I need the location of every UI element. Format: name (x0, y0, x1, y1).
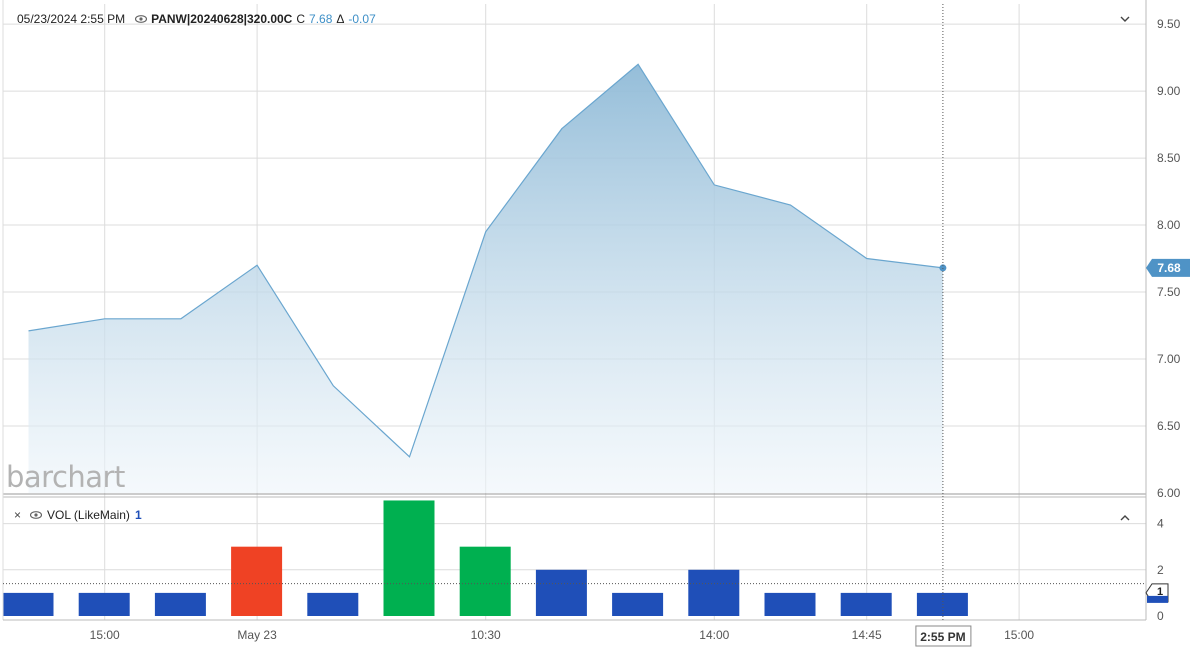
volume-bar[interactable] (155, 593, 206, 616)
volume-bar[interactable] (384, 500, 435, 616)
close-value: 7.68 (309, 12, 332, 26)
volume-tick-label: 0 (1157, 609, 1164, 623)
price-panel-collapse-icon[interactable] (1120, 12, 1130, 26)
crosshair-time-label: 2:55 PM (920, 630, 965, 644)
close-label: C (296, 12, 305, 26)
last-price-badge-label: 7.68 (1157, 261, 1181, 275)
price-tick-label: 9.50 (1157, 17, 1181, 31)
volume-bar[interactable] (307, 593, 358, 616)
header-datetime: 05/23/2024 2:55 PM (17, 12, 125, 26)
volume-bar[interactable] (460, 547, 511, 616)
volume-bar[interactable] (79, 593, 130, 616)
barchart-logo: barchart (6, 460, 125, 494)
delta-symbol: Δ (336, 12, 344, 26)
volume-bar[interactable] (612, 593, 663, 616)
price-tick-label: 8.00 (1157, 218, 1181, 232)
eye-icon[interactable] (135, 12, 147, 26)
chart-canvas[interactable]: 6.00 6.50 7.00 7.50 8.00 8.50 9.00 9.50 0 2 4 15:00… (0, 0, 1201, 654)
volume-tick-label: 4 (1157, 517, 1164, 531)
price-tick-label: 7.00 (1157, 352, 1181, 366)
price-header: 05/23/2024 2:55 PM PANW|20240628|320.00C… (17, 12, 376, 26)
volume-bar[interactable] (3, 593, 54, 616)
volume-bar[interactable] (841, 593, 892, 616)
volume-badge-label: 1 (1157, 586, 1163, 598)
price-tick-label: 6.50 (1157, 419, 1181, 433)
eye-icon[interactable] (30, 508, 42, 522)
time-tick-label: 15:00 (1004, 628, 1034, 642)
price-tick-label: 8.50 (1157, 151, 1181, 165)
time-tick-label: 10:30 (471, 628, 501, 642)
volume-bar[interactable] (688, 570, 739, 616)
price-tick-label: 9.00 (1157, 84, 1181, 98)
volume-header: × VOL (LikeMain) 1 (14, 508, 142, 522)
time-tick-label: 14:00 (699, 628, 729, 642)
volume-label: VOL (LikeMain) (47, 508, 130, 522)
volume-bar[interactable] (765, 593, 816, 616)
close-volume-icon[interactable]: × (14, 508, 21, 522)
volume-bar[interactable] (536, 570, 587, 616)
time-tick-label: 14:45 (852, 628, 882, 642)
delta-value: -0.07 (348, 12, 375, 26)
price-tick-label: 7.50 (1157, 285, 1181, 299)
symbol-label[interactable]: PANW|20240628|320.00C (151, 12, 292, 26)
price-area-series (28, 64, 946, 493)
volume-tick-label: 2 (1157, 563, 1164, 577)
volume-panel-collapse-icon[interactable] (1120, 511, 1130, 525)
time-tick-label: 15:00 (90, 628, 120, 642)
time-tick-label: May 23 (237, 628, 277, 642)
chart-root[interactable]: 6.00 6.50 7.00 7.50 8.00 8.50 9.00 9.50 0 2 4 15:00… (0, 0, 1201, 654)
price-tick-label: 6.00 (1157, 486, 1181, 500)
volume-bar[interactable] (231, 547, 282, 616)
volume-count: 1 (135, 508, 142, 522)
